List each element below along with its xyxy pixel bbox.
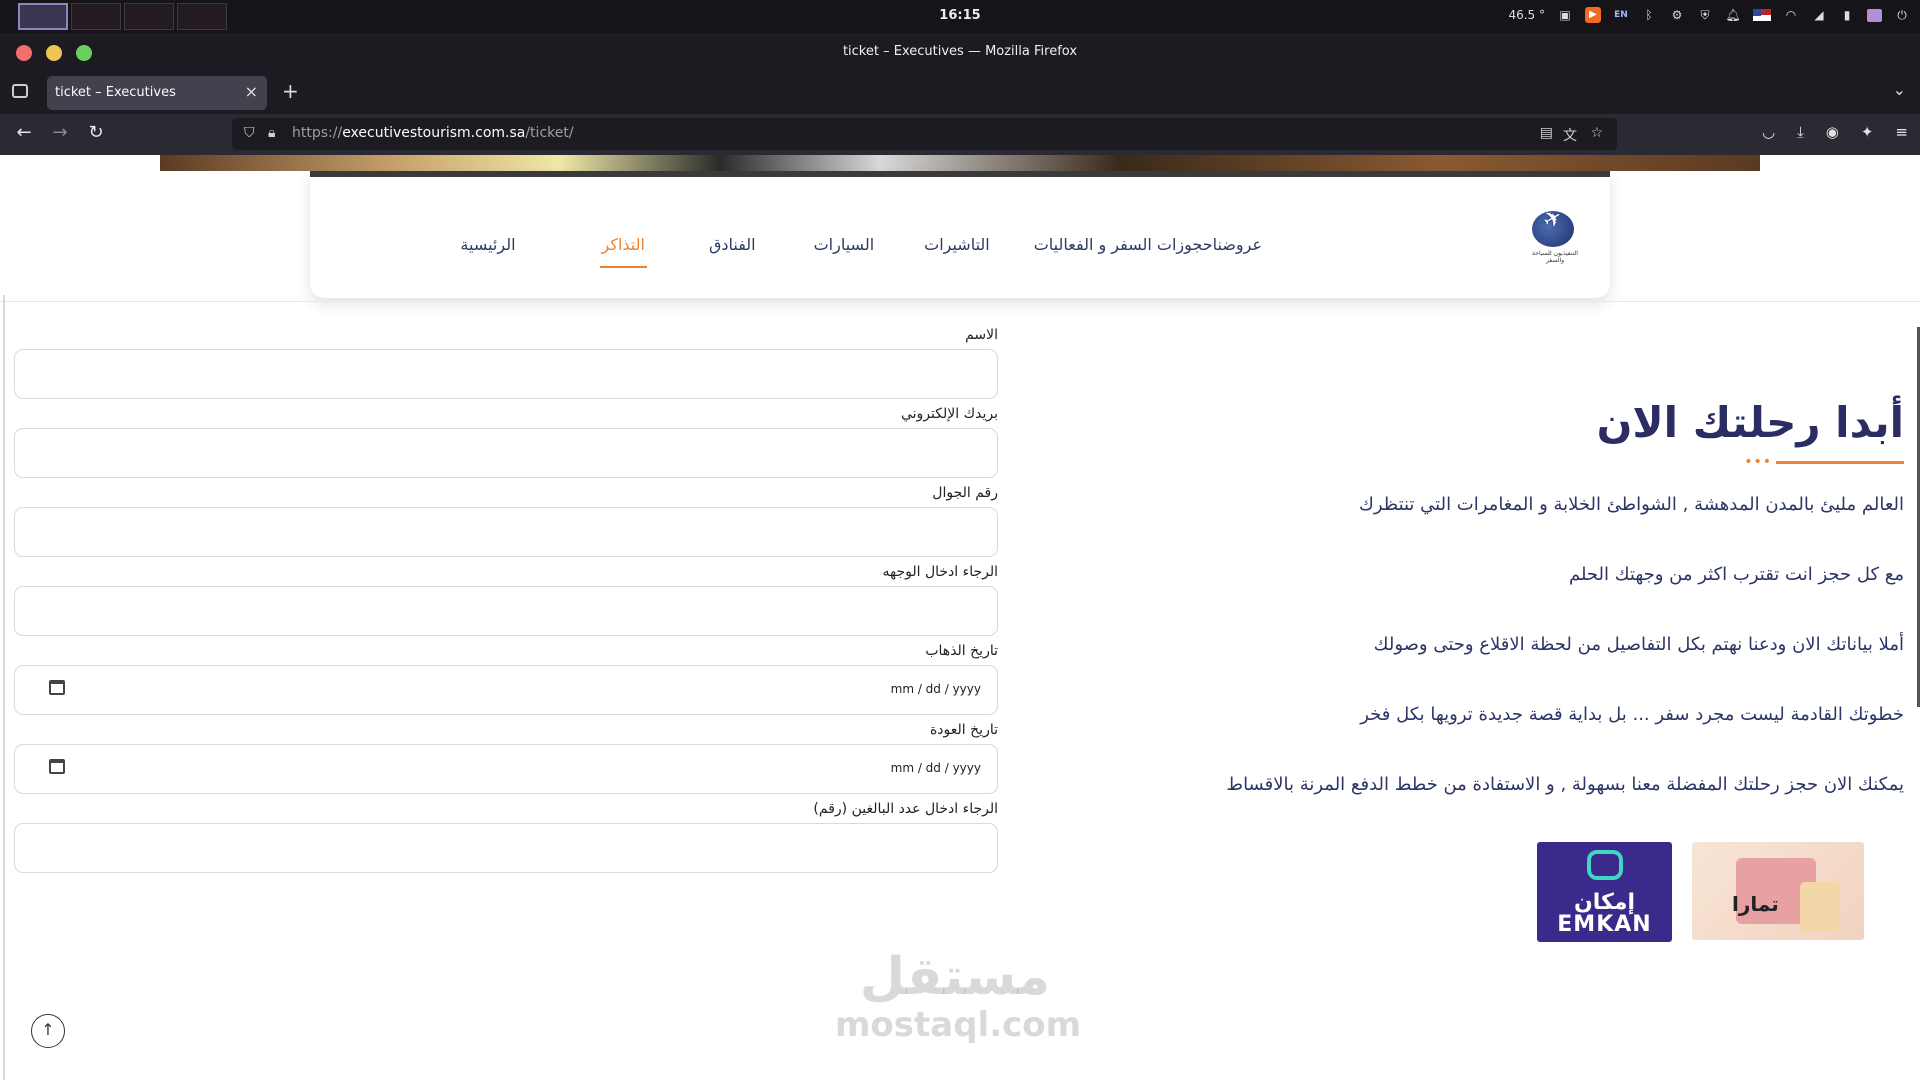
return-date-label: تاريخ العودة [929,722,998,738]
return-date-placeholder: mm / dd / yyyy [890,761,981,775]
page-title: أبدا رحلتك الان [1596,398,1904,447]
watermark: مستقل mostaql.com [835,947,1082,1045]
extensions-icon[interactable]: ✦ [1861,123,1874,141]
tab-title: ticket – Executives [55,85,176,100]
depart-date-label: تاريخ الذهاب [925,643,998,659]
info-paragraph: يمكنك الان حجز رحلتك المفضلة معنا بسهولة… [1226,774,1904,795]
email-input[interactable] [14,428,998,478]
tracking-protection-icon[interactable]: ⛉ [244,125,255,141]
name-label: الاسم [965,327,998,343]
menu-item-tickets[interactable]: التذاكر [599,235,648,268]
adults-label: الرجاء ادخال عدد البالغين (رقم) [813,801,998,817]
forward-button[interactable]: → [48,122,72,143]
menu-item-visas[interactable]: التاشيرات [924,235,990,254]
name-field-group: الاسم [14,325,998,404]
menu-item-cars[interactable]: السيارات [814,235,875,254]
browser-titlebar: ticket – Executives — Mozilla Firefox [0,33,1920,71]
title-underline: ••• [1144,455,1904,471]
temperature-readout[interactable]: 46.5 ° [1508,8,1545,22]
shield-icon[interactable]: ⛨ [1697,7,1713,23]
keyboard-layout[interactable]: EN [1613,7,1629,23]
screenshot-icon[interactable]: ▣ [1557,7,1573,23]
menu-item-hotels[interactable]: الفنادق [709,235,756,254]
new-tab-button[interactable]: + [282,79,299,103]
os-top-bar: 16:15 46.5 ° ▣ ▶ EN ᛒ ⚙ ⛨ 🔔︎ ◠ ◢ ▮ ⏻ [0,0,1920,33]
info-paragraph: خطوتك القادمة ليست مجرد سفر ... بل بداية… [1360,704,1904,725]
lock-icon[interactable]: 🔒︎ [268,125,275,141]
menu-item-offers[interactable]: عروضنا [1213,235,1262,254]
url-text[interactable]: https://executivestourism.com.sa/ticket/ [292,125,574,141]
bookmark-star-icon[interactable]: ☆ [1590,125,1603,141]
back-button[interactable]: ← [12,122,36,143]
downloads-icon[interactable]: ⤓ [1797,123,1804,141]
volume-icon[interactable]: ◢ [1811,7,1827,23]
site-header: ✈ التنفيذيون للسياحة والسفر الرئيسية الت… [310,171,1610,298]
payment-partners: إمكان EMKAN تمارا [1537,842,1864,942]
return-date-input[interactable]: mm / dd / yyyy [14,744,998,794]
tab-overflow-chevron-icon[interactable]: ⌄ [1893,80,1906,99]
emkan-logo: إمكان EMKAN [1537,842,1672,942]
email-field-group: بريدك الإلكتروني [14,404,998,483]
power-icon[interactable]: ⏻ [1894,7,1910,23]
tab-list-icon[interactable] [12,84,28,98]
system-tray: 46.5 ° ▣ ▶ EN ᛒ ⚙ ⛨ 🔔︎ ◠ ◢ ▮ ⏻ [1508,7,1910,23]
account-icon[interactable]: ◉ [1826,123,1839,141]
destination-field-group: الرجاء ادخال الوجهه [14,562,998,641]
pocket-icon[interactable]: ◡ [1762,123,1775,141]
flag-us-icon[interactable] [1753,9,1771,21]
bluetooth-icon[interactable]: ᛒ [1641,7,1657,23]
menu-item-travel-events[interactable]: حجوزات السفر و الفعاليات [1034,235,1213,254]
battery-icon[interactable]: ▮ [1839,7,1855,23]
page-left-border [3,295,5,1080]
destination-input[interactable] [14,586,998,636]
reload-button[interactable]: ↻ [84,122,108,143]
app-menu-icon[interactable]: ≡ [1895,123,1908,141]
phone-input[interactable] [14,507,998,557]
return-date-field-group: تاريخ العودة mm / dd / yyyy [14,720,998,799]
info-paragraph: العالم مليئ بالمدن المدهشة , الشواطئ الخ… [1359,494,1904,515]
scroll-to-top-button[interactable]: ↑ [31,1014,65,1048]
menu-item-home[interactable]: الرئيسية [460,235,515,254]
depart-date-field-group: تاريخ الذهاب mm / dd / yyyy [14,641,998,720]
tab-ticket[interactable]: ticket – Executives × [47,76,267,110]
window-title: ticket – Executives — Mozilla Firefox [842,44,1078,59]
reader-view-icon[interactable]: ▤ [1540,125,1553,141]
destination-label: الرجاء ادخال الوجهه [882,564,999,580]
emkan-mark-icon [1587,850,1623,880]
name-input[interactable] [14,349,998,399]
adults-field-group: الرجاء ادخال عدد البالغين (رقم) [14,799,998,878]
web-page: ✈ التنفيذيون للسياحة والسفر الرئيسية الت… [0,155,1920,1080]
calendar-icon[interactable] [49,759,65,774]
logo-text: التنفيذيون للسياحة والسفر [1532,250,1578,264]
adults-input[interactable] [14,823,998,873]
tab-bar: ticket – Executives × + ⌄ [0,71,1920,114]
phone-label: رقم الجوال [932,485,998,501]
info-paragraph: مع كل حجز انت تقترب اكثر من وجهتك الحلم [1568,564,1904,585]
folder-icon[interactable] [1867,8,1882,22]
info-paragraph: أملا بياناتك الان ودعنا نهتم بكل التفاصي… [1373,634,1904,655]
vpn-icon[interactable]: ⚙ [1669,7,1685,23]
depart-date-input[interactable]: mm / dd / yyyy [14,665,998,715]
app-indicator-icon[interactable]: ▶ [1585,7,1601,23]
bell-icon[interactable]: 🔔︎ [1725,7,1741,23]
header-divider [0,301,1920,302]
navigation-toolbar: ← → ↻ ⛉ 🔒︎ https://executivestourism.com… [0,114,1920,155]
translate-icon[interactable]: 文 [1563,125,1577,145]
calendar-icon[interactable] [49,680,65,695]
hero-image-strip [160,155,1760,171]
info-section: أبدا رحلتك الان ••• العالم مليئ بالمدن ا… [1144,395,1904,801]
phone-field-group: رقم الجوال [14,483,998,562]
site-logo[interactable]: ✈ التنفيذيون للسياحة والسفر [1526,204,1584,265]
booking-form: الاسم بريدك الإلكتروني رقم الجوال الرجاء… [14,325,998,878]
toolbar-right: ◡ ⤓ ◉ ✦ ≡ [1762,123,1908,141]
depart-date-placeholder: mm / dd / yyyy [890,682,981,696]
wifi-icon[interactable]: ◠ [1783,7,1799,23]
email-label: بريدك الإلكتروني [900,406,998,422]
main-menu: الرئيسية التذاكر الفنادق السيارات التاشي… [400,235,1262,268]
url-bar[interactable]: ⛉ 🔒︎ https://executivestourism.com.sa/ti… [232,118,1617,150]
close-tab-icon[interactable]: × [245,82,258,101]
arrow-up-icon: ↑ [41,1020,55,1039]
tamara-logo: تمارا [1692,842,1864,940]
